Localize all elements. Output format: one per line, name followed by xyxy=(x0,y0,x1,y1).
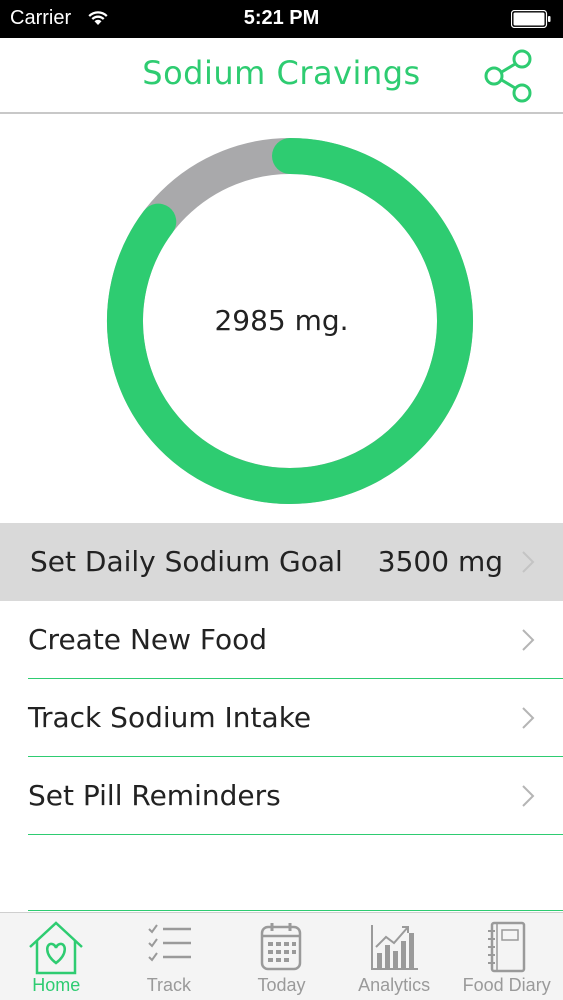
status-time: 5:21 PM xyxy=(243,7,320,29)
page-title: Sodium Cravings xyxy=(142,54,421,92)
tab-food-diary[interactable]: Food Diary xyxy=(450,913,563,1000)
calendar-icon xyxy=(261,923,302,971)
nav-bar: Sodium Cravings xyxy=(0,38,563,114)
tab-today[interactable]: Today xyxy=(225,913,338,1000)
tab-label: Home xyxy=(32,975,81,995)
menu-row-set-daily-goal[interactable]: Set Daily Sodium Goal 3500 mg xyxy=(0,523,563,601)
tab-analytics[interactable]: Analytics xyxy=(338,913,451,1000)
tab-label: Today xyxy=(257,975,306,995)
chevron-right-icon xyxy=(522,785,535,807)
checklist-icon xyxy=(148,924,191,962)
notebook-icon xyxy=(487,921,525,973)
row-divider xyxy=(28,834,563,835)
row-label: Create New Food xyxy=(28,623,268,656)
chevron-right-icon xyxy=(522,707,535,729)
row-label: Set Daily Sodium Goal xyxy=(30,545,343,578)
tab-label: Food Diary xyxy=(462,975,551,995)
share-icon[interactable] xyxy=(480,46,538,104)
battery-icon xyxy=(511,10,551,28)
daily-goal-value: 3500 mg xyxy=(377,545,503,578)
chevron-right-icon xyxy=(522,551,535,573)
sodium-progress-ring: 2985 mg. xyxy=(0,116,563,522)
bottom-divider xyxy=(28,910,563,911)
menu-row-set-pill-reminders[interactable]: Set Pill Reminders xyxy=(0,757,563,835)
status-bar: Carrier 5:21 PM xyxy=(0,0,563,38)
tab-bar: Home Track Today Analytics Food Diary xyxy=(0,912,563,1000)
menu-list: Set Daily Sodium Goal 3500 mg Create New… xyxy=(0,523,563,835)
sodium-total-value: 2985 mg. xyxy=(214,304,349,337)
tab-home[interactable]: Home xyxy=(0,913,113,1000)
tab-label: Track xyxy=(146,975,192,995)
row-label: Track Sodium Intake xyxy=(28,701,312,734)
tab-label: Analytics xyxy=(358,975,431,995)
tab-track[interactable]: Track xyxy=(113,913,226,1000)
chevron-right-icon xyxy=(522,629,535,651)
menu-row-create-new-food[interactable]: Create New Food xyxy=(0,601,563,679)
home-heart-icon xyxy=(29,921,84,975)
analytics-chart-icon xyxy=(371,925,419,970)
row-label: Set Pill Reminders xyxy=(28,779,281,812)
menu-row-track-sodium-intake[interactable]: Track Sodium Intake xyxy=(0,679,563,757)
